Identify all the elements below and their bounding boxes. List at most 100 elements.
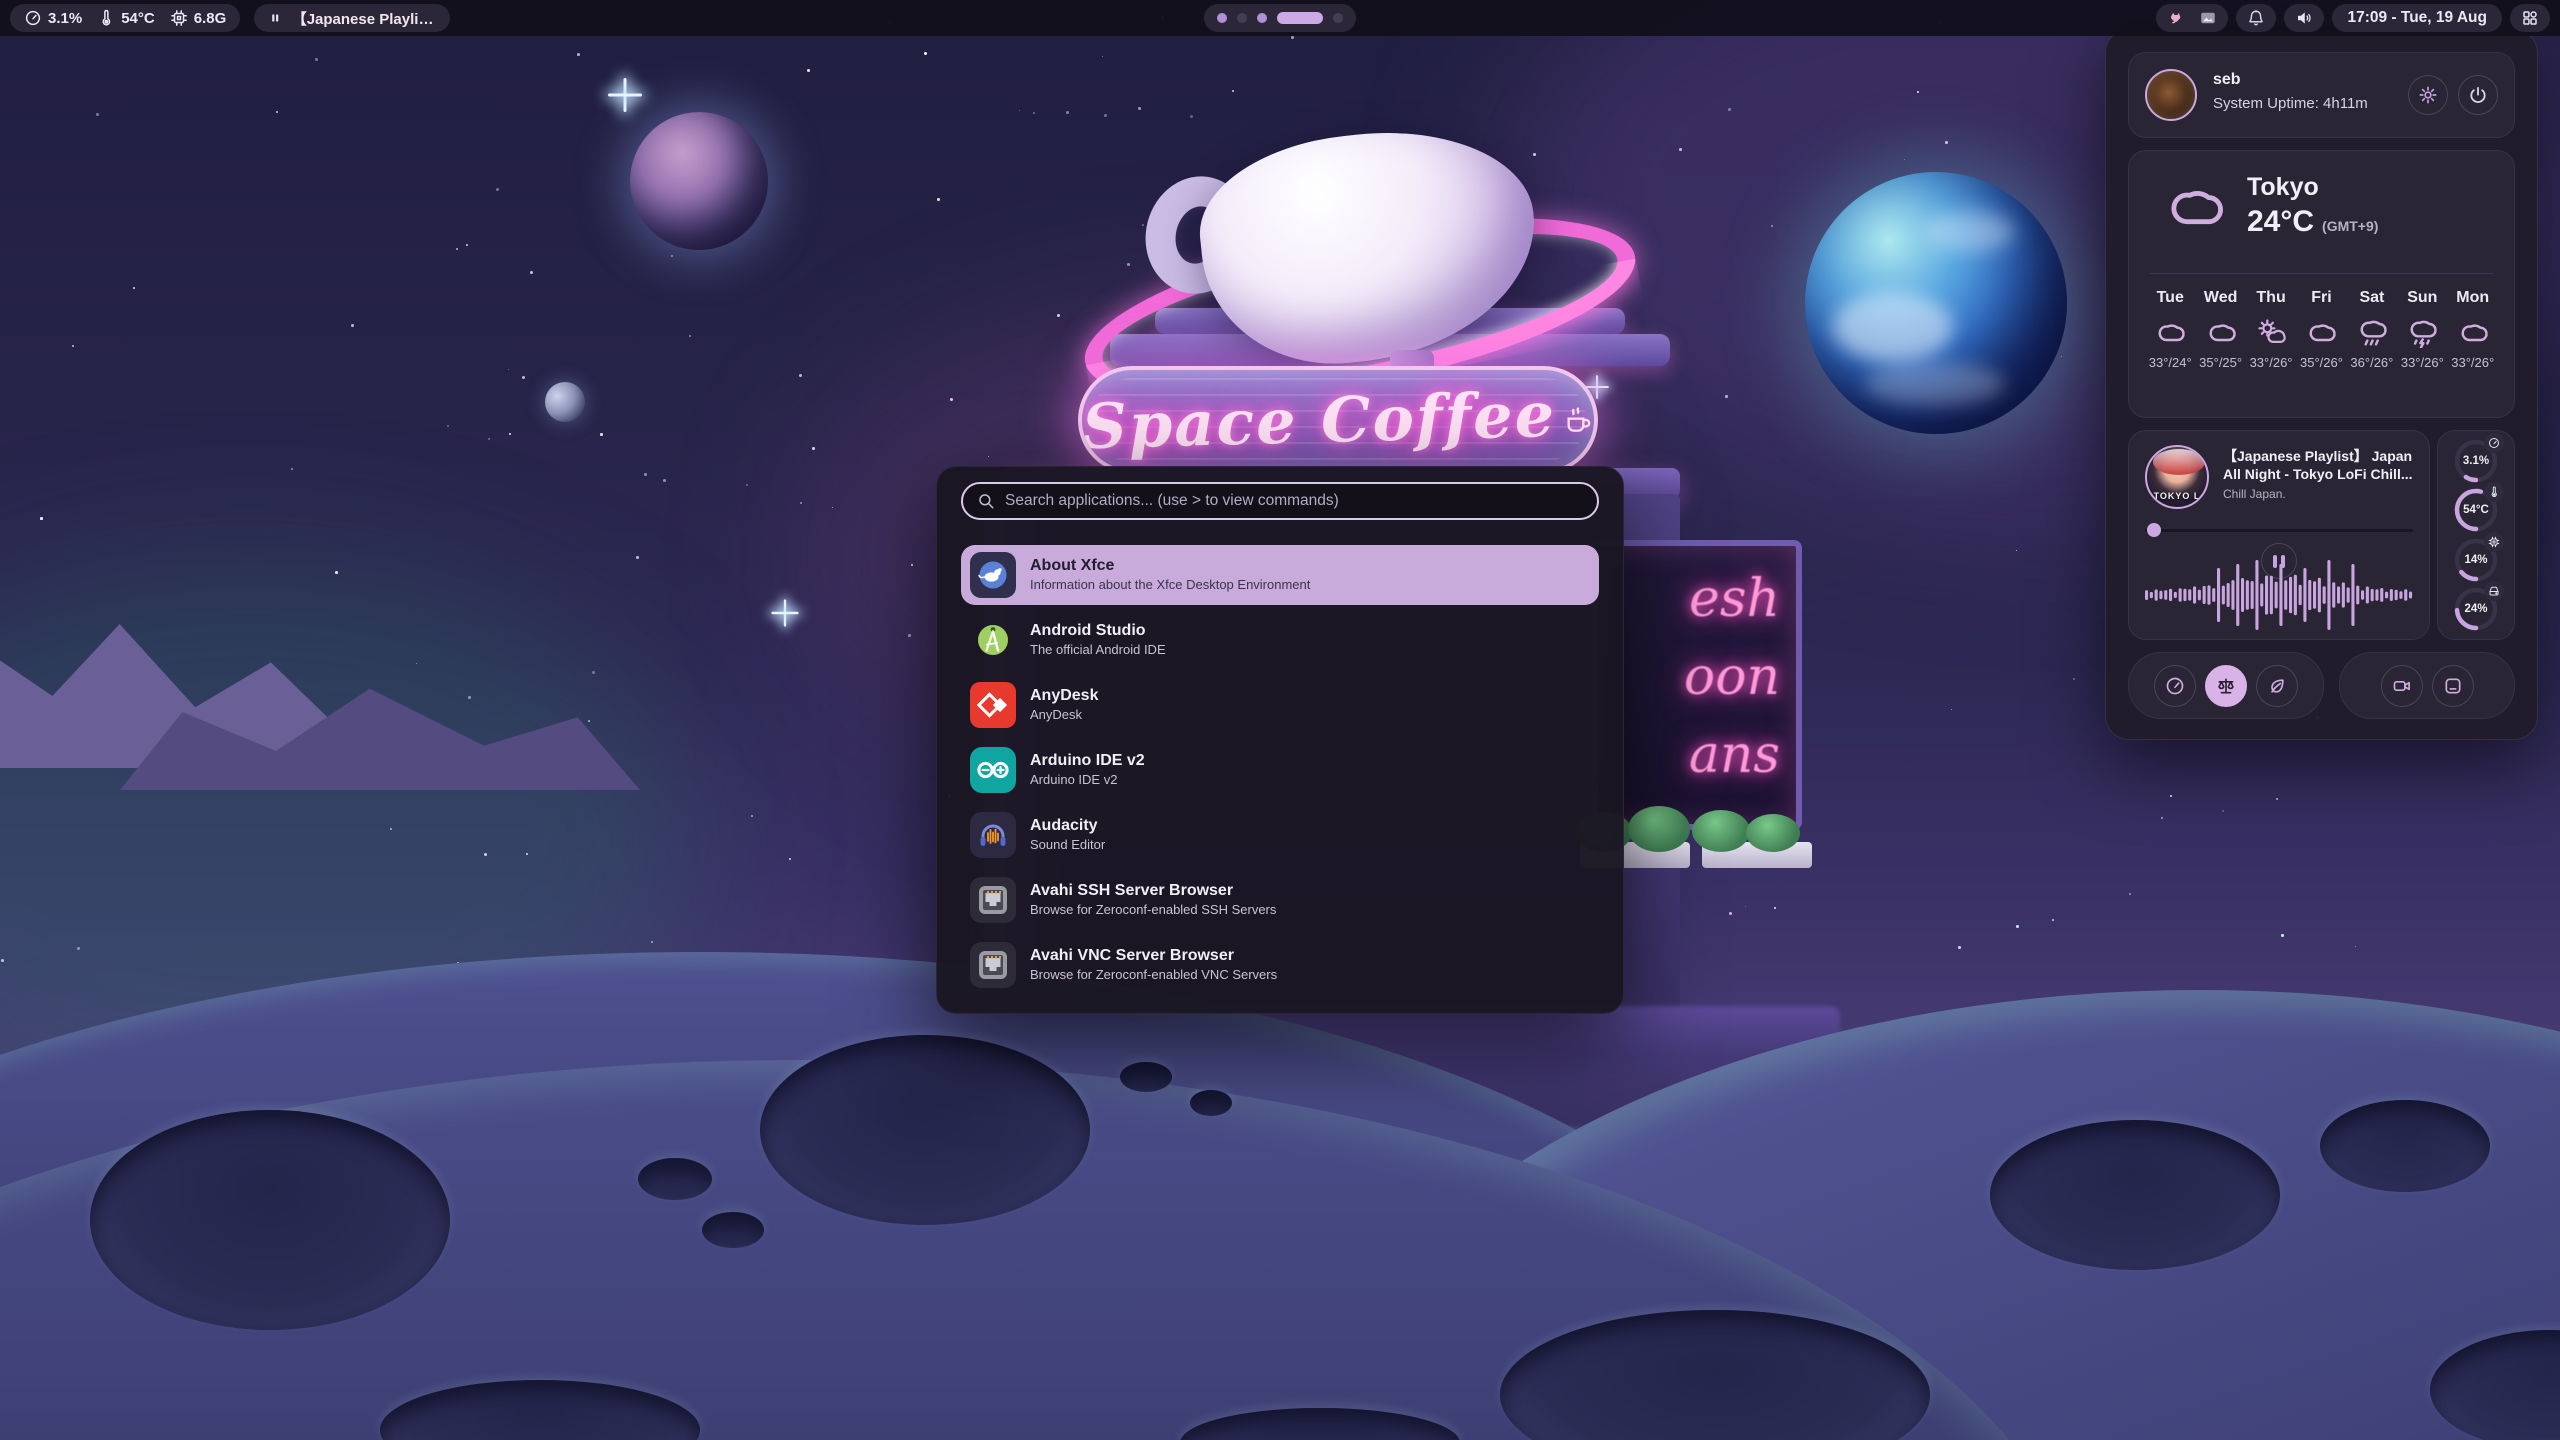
network-jack-icon (970, 942, 1016, 988)
cpu-stat: 3.1% (24, 9, 82, 27)
earth-planet (1805, 172, 2067, 434)
app-item-about-xfce[interactable]: About Xfce Information about the Xfce De… (961, 545, 1599, 605)
top-bar: 3.1% 54°C 6.8G 【Japanese Playlist】 J... (0, 0, 2560, 36)
audio-visualizer (2145, 559, 2413, 631)
cat-icon[interactable] (2167, 9, 2185, 27)
coffee-cup-icon (1562, 393, 1594, 447)
wallpaper-button[interactable] (2432, 665, 2474, 707)
weather-temp: 24°C (2247, 205, 2314, 239)
forecast-day: Wed 35°/25° (2195, 289, 2245, 403)
app-item-arduino[interactable]: Arduino IDE v2 Arduino IDE v2 (961, 740, 1599, 800)
notifications-pill[interactable] (2236, 4, 2276, 32)
leaf-icon (2267, 676, 2287, 696)
network-jack-icon (970, 877, 1016, 923)
performance-mode-button[interactable] (2154, 665, 2196, 707)
crater (1990, 1120, 2280, 1270)
workspace-indicator (1204, 4, 1356, 32)
forecast-row: Tue 33°/24° Wed 35°/25° Thu 33°/26° Fri … (2145, 289, 2498, 403)
workspace-dot-4[interactable] (1277, 12, 1323, 24)
mode-button-group (2128, 652, 2324, 719)
app-item-avahi-vnc[interactable]: Avahi VNC Server Browser Browse for Zero… (961, 935, 1599, 995)
crater (1120, 1062, 1172, 1092)
system-stats-pill[interactable]: 3.1% 54°C 6.8G (10, 4, 240, 32)
storm-cloud-icon (2404, 316, 2440, 348)
forecast-day: Sat 36°/26° (2347, 289, 2397, 403)
workspace-dot-1[interactable] (1217, 13, 1227, 23)
cloud-icon (2152, 316, 2188, 348)
screen-record-button[interactable] (2381, 665, 2423, 707)
neon-sign: Space Coffee (1078, 366, 1598, 474)
image-icon[interactable] (2199, 9, 2217, 27)
crater (90, 1110, 450, 1330)
crater (638, 1158, 712, 1200)
temp-stat: 54°C (97, 9, 155, 27)
gauge-temp: 54°C (2452, 486, 2500, 534)
speedometer-icon (2484, 433, 2504, 453)
app-item-audacity[interactable]: Audacity Sound Editor (961, 805, 1599, 865)
chip-icon (170, 9, 188, 27)
rain-cloud-icon (2354, 316, 2390, 348)
workspace-dot-2[interactable] (1237, 13, 1247, 23)
app-text: About Xfce Information about the Xfce De… (1030, 556, 1310, 594)
clock-text: 17:09 - Tue, 19 Aug (2347, 9, 2487, 27)
image-frame-icon (2443, 676, 2463, 696)
purple-planet (630, 112, 768, 250)
system-uptime: System Uptime: 4h11m (2213, 95, 2368, 112)
avatar (2145, 69, 2197, 121)
balanced-mode-button[interactable] (2205, 665, 2247, 707)
power-button[interactable] (2458, 75, 2498, 115)
memory-stat: 6.8G (170, 9, 227, 27)
workspace-dot-3[interactable] (1257, 13, 1267, 23)
gauge-cpu: 3.1% (2452, 437, 2500, 485)
bush (1746, 814, 1800, 852)
app-list: About Xfce Information about the Xfce De… (961, 545, 1599, 1000)
seek-knob[interactable] (2147, 523, 2161, 537)
user-card: seb System Uptime: 4h11m (2128, 52, 2515, 138)
album-art: TOKYO L (2145, 445, 2209, 509)
gear-icon (2418, 85, 2438, 105)
app-item-avahi-ssh[interactable]: Avahi SSH Server Browser Browse for Zero… (961, 870, 1599, 930)
track-title: 【Japanese Playlist】 Japan All Night - To… (2223, 447, 2417, 483)
powersave-mode-button[interactable] (2256, 665, 2298, 707)
album-art-text: TOKYO L (2147, 491, 2207, 501)
pause-icon (268, 9, 282, 27)
crater (760, 1035, 1090, 1225)
video-icon (2392, 676, 2412, 696)
disk-icon (2484, 581, 2504, 601)
bright-star (771, 599, 798, 626)
neon-sign-text: Space Coffee (1081, 377, 1557, 462)
forecast-day: Tue 33°/24° (2145, 289, 2195, 403)
tray-pill (2156, 4, 2228, 32)
forecast-day: Sun 33°/26° (2397, 289, 2447, 403)
anydesk-icon (970, 682, 1016, 728)
weather-card: Tokyo 24°C (GMT+9) Tue 33°/24° Wed 35°/2… (2128, 150, 2515, 418)
forecast-day: Thu 33°/26° (2246, 289, 2296, 403)
now-playing-pill[interactable]: 【Japanese Playlist】 J... (254, 4, 450, 32)
chip-icon (2484, 532, 2504, 552)
android-studio-icon (970, 617, 1016, 663)
clock[interactable]: 17:09 - Tue, 19 Aug (2332, 4, 2502, 32)
gauge-memory: 14% (2452, 536, 2500, 584)
divider (2149, 273, 2494, 274)
app-item-anydesk[interactable]: AnyDesk AnyDesk (961, 675, 1599, 735)
crater (702, 1212, 764, 1248)
user-name: seb (2213, 71, 2241, 89)
app-text: Audacity Sound Editor (1030, 816, 1105, 854)
cloud-icon (2203, 316, 2239, 348)
cloud-icon (2303, 316, 2339, 348)
app-text: AnyDesk AnyDesk (1030, 686, 1098, 724)
track-subtitle: Chill Japan. (2223, 487, 2286, 501)
settings-button[interactable] (2408, 75, 2448, 115)
system-gauges-card: 3.1% 54°C 14% 24% (2437, 430, 2515, 640)
search-box (961, 482, 1599, 520)
seek-slider[interactable] (2145, 523, 2413, 537)
app-text: Avahi VNC Server Browser Browse for Zero… (1030, 946, 1277, 984)
volume-pill[interactable] (2284, 4, 2324, 32)
search-input[interactable] (1005, 492, 1583, 510)
xfce-mouse-icon (970, 552, 1016, 598)
bell-icon (2247, 9, 2265, 27)
workspace-dot-5[interactable] (1333, 13, 1343, 23)
app-item-android-studio[interactable]: Android Studio The official Android IDE (961, 610, 1599, 670)
overview-pill[interactable] (2510, 4, 2550, 32)
cloud-icon (2455, 316, 2491, 348)
